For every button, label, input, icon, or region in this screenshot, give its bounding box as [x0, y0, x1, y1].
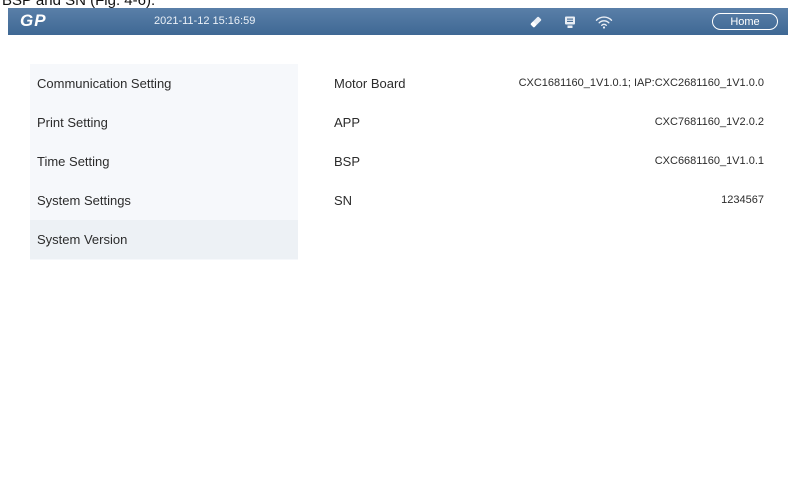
info-value: 1234567 — [721, 194, 764, 206]
device-screen: GP 2021-11-12 15:16:59 Home Communicatio… — [8, 8, 788, 499]
menu-item-system-version[interactable]: System Version — [30, 220, 298, 259]
info-row-sn: SN 1234567 — [334, 181, 764, 220]
home-button[interactable]: Home — [712, 13, 778, 30]
info-value: CXC6681160_1V1.0.1 — [654, 155, 764, 167]
info-label: Motor Board — [334, 76, 406, 91]
info-label: APP — [334, 115, 361, 130]
info-row-bsp: BSP CXC6681160_1V1.0.1 — [334, 142, 764, 181]
menu-item-print-setting[interactable]: Print Setting — [30, 103, 298, 142]
info-label: BSP — [334, 154, 361, 169]
eraser-icon — [528, 12, 544, 32]
settings-menu: Communication Setting Print Setting Time… — [30, 64, 298, 260]
datetime-display: 2021-11-12 15:16:59 — [154, 15, 256, 27]
info-row-app: APP CXC7681160_1V2.0.2 — [334, 103, 764, 142]
menu-item-communication-setting[interactable]: Communication Setting — [30, 64, 298, 103]
menu-item-system-settings[interactable]: System Settings — [30, 181, 298, 220]
wifi-icon — [594, 12, 614, 32]
printer-icon — [562, 12, 578, 32]
top-status-bar: GP 2021-11-12 15:16:59 Home — [8, 8, 788, 35]
info-label: SN — [334, 193, 353, 208]
info-value: CXC1681160_1V1.0.1; IAP:CXC2681160_1V1.0… — [518, 77, 764, 89]
info-value: CXC7681160_1V2.0.2 — [654, 116, 764, 128]
info-row-motor-board: Motor Board CXC1681160_1V1.0.1; IAP:CXC2… — [334, 64, 764, 103]
menu-item-time-setting[interactable]: Time Setting — [30, 142, 298, 181]
caption-text: BSP and SN (Fig. 4-6). — [2, 0, 156, 9]
brand-logo: GP — [20, 11, 47, 30]
